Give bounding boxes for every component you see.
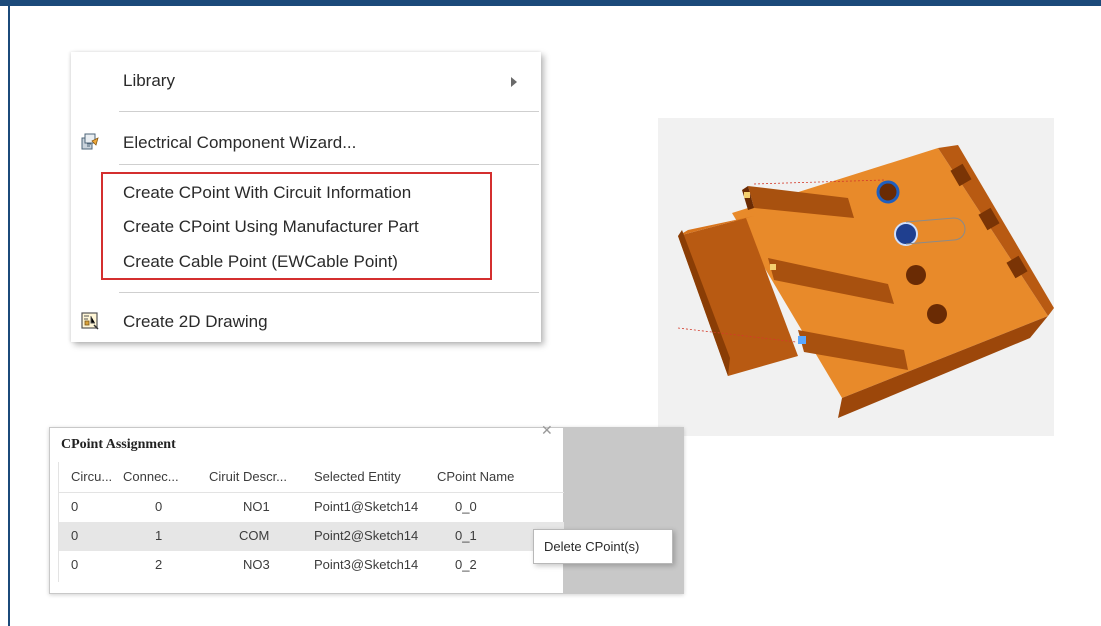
menu-separator [119, 111, 539, 112]
menu-item-label: Create 2D Drawing [123, 312, 268, 331]
cell-entity: Point1@Sketch14 [314, 499, 419, 514]
menu-item-label: Electrical Component Wizard... [123, 133, 357, 152]
cell-description: NO3 [243, 557, 270, 572]
dialog-side-panel [563, 428, 683, 593]
drawing-icon [79, 310, 101, 332]
table-row[interactable]: 0 2 NO3 Point3@Sketch14 0_2 [59, 551, 564, 580]
electrical-wizard-icon [79, 131, 101, 153]
column-header-description[interactable]: Ciruit Descr... [209, 469, 287, 484]
cell-entity: Point2@Sketch14 [314, 528, 419, 543]
menu-separator [119, 164, 539, 165]
frame-top-border [0, 0, 1101, 6]
menu-item-label: Library [123, 71, 175, 90]
cpoint-table: Circu... Connec... Ciruit Descr... Selec… [58, 462, 564, 582]
frame-left-border [8, 6, 10, 626]
cell-connector: 2 [155, 557, 163, 572]
highlight-box [101, 172, 492, 280]
cell-description: COM [239, 528, 270, 543]
dialog-title: CPoint Assignment [61, 437, 176, 452]
table-row[interactable]: 0 0 NO1 Point1@Sketch14 0_0 [59, 493, 564, 522]
cell-circuit: 0 [71, 557, 79, 572]
table-row-selected[interactable]: 0 1 COM Point2@Sketch14 0_1 [59, 522, 564, 551]
connector-model-image [677, 145, 1054, 418]
model-render-panel [658, 118, 1054, 436]
cell-cpoint-name: 0_1 [455, 528, 477, 543]
submenu-arrow-icon [511, 77, 517, 87]
cell-connector: 0 [155, 499, 163, 514]
cell-cpoint-name: 0_2 [455, 557, 477, 572]
cell-circuit: 0 [71, 499, 79, 514]
table-header: Circu... Connec... Ciruit Descr... Selec… [59, 462, 564, 493]
column-header-cpoint-name[interactable]: CPoint Name [437, 469, 514, 484]
cpoint-assignment-dialog: CPoint Assignment ✕ Circu... Connec... C… [49, 422, 684, 594]
delete-cpoint-popup[interactable]: Delete CPoint(s) [533, 529, 673, 564]
menu-item-create-2d-drawing[interactable]: Create 2D Drawing [71, 305, 541, 339]
column-header-connector[interactable]: Connec... [123, 469, 179, 484]
column-header-entity[interactable]: Selected Entity [314, 469, 401, 484]
cell-circuit: 0 [71, 528, 79, 543]
close-icon[interactable]: ✕ [541, 422, 553, 439]
menu-separator [119, 292, 539, 293]
menu-item-electrical-component-wizard[interactable]: Electrical Component Wizard... [71, 126, 541, 160]
column-header-circuit[interactable]: Circu... [71, 469, 112, 484]
cell-cpoint-name: 0_0 [455, 499, 477, 514]
popup-label: Delete CPoint(s) [544, 539, 640, 554]
cell-connector: 1 [155, 528, 163, 543]
cell-entity: Point3@Sketch14 [314, 557, 419, 572]
cell-description: NO1 [243, 499, 270, 514]
menu-item-library[interactable]: Library [71, 64, 541, 98]
